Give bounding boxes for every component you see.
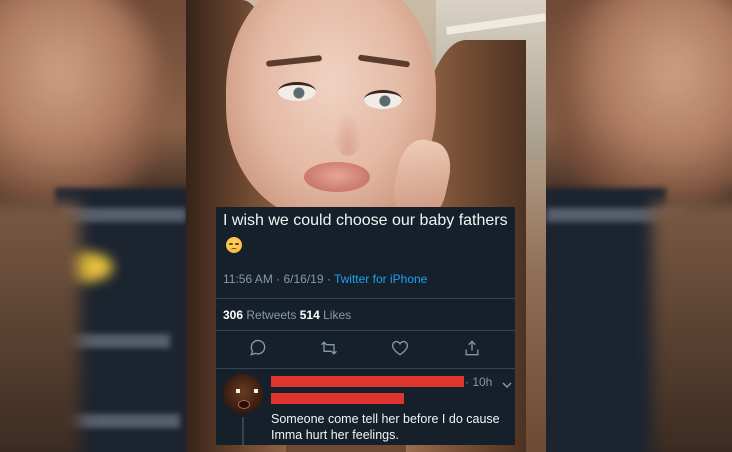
thread-line: [242, 417, 244, 445]
reply-text: Someone come tell her before I do cause …: [271, 412, 500, 442]
retweets-count[interactable]: 306: [223, 308, 243, 322]
avatar[interactable]: [223, 374, 263, 414]
right-eye: [364, 90, 402, 109]
left-eye: [278, 82, 316, 101]
tweet-stats: 306 Retweets 514 Likes: [223, 308, 351, 322]
chevron-down-icon[interactable]: [502, 377, 512, 389]
lips: [304, 162, 370, 192]
tweet-timestamp: 11:56 AM · 6/16/19 ·: [223, 272, 334, 286]
retweet-icon[interactable]: [319, 338, 341, 360]
tweet-actions: [216, 338, 515, 360]
blurred-background-left: [0, 0, 186, 452]
retweets-label[interactable]: Retweets: [243, 308, 300, 322]
heart-icon[interactable]: [390, 338, 412, 360]
tweet-meta: 11:56 AM · 6/16/19 · Twitter for iPhone: [223, 272, 427, 286]
meme-image: I wish we could choose our baby fathers …: [0, 0, 732, 452]
nose: [333, 112, 363, 156]
blurred-background-right: [546, 0, 732, 452]
blurred-face: [0, 0, 160, 210]
share-icon[interactable]: [462, 338, 484, 360]
reply-timestamp: · 10h: [465, 375, 493, 389]
tweet-card: I wish we could choose our baby fathers …: [216, 207, 515, 445]
likes-label[interactable]: Likes: [320, 308, 351, 322]
redacted-replying-to: [271, 393, 404, 404]
reply-icon[interactable]: [248, 338, 270, 360]
redacted-username: [271, 376, 464, 387]
tweet-text: I wish we could choose our baby fathers: [223, 212, 508, 229]
unamused-face-emoji: [226, 237, 242, 253]
divider: [216, 298, 515, 299]
blurred-hair: [652, 202, 732, 452]
blurred-tweet-card: [546, 188, 666, 452]
likes-count[interactable]: 514: [300, 308, 320, 322]
reply-tweet[interactable]: · 10h Someone come tell her before I do …: [216, 371, 515, 445]
tweet-source-link[interactable]: Twitter for iPhone: [334, 272, 427, 286]
blurred-face: [552, 0, 732, 210]
divider: [216, 330, 515, 331]
divider: [216, 368, 515, 369]
blurred-hair: [0, 202, 80, 452]
